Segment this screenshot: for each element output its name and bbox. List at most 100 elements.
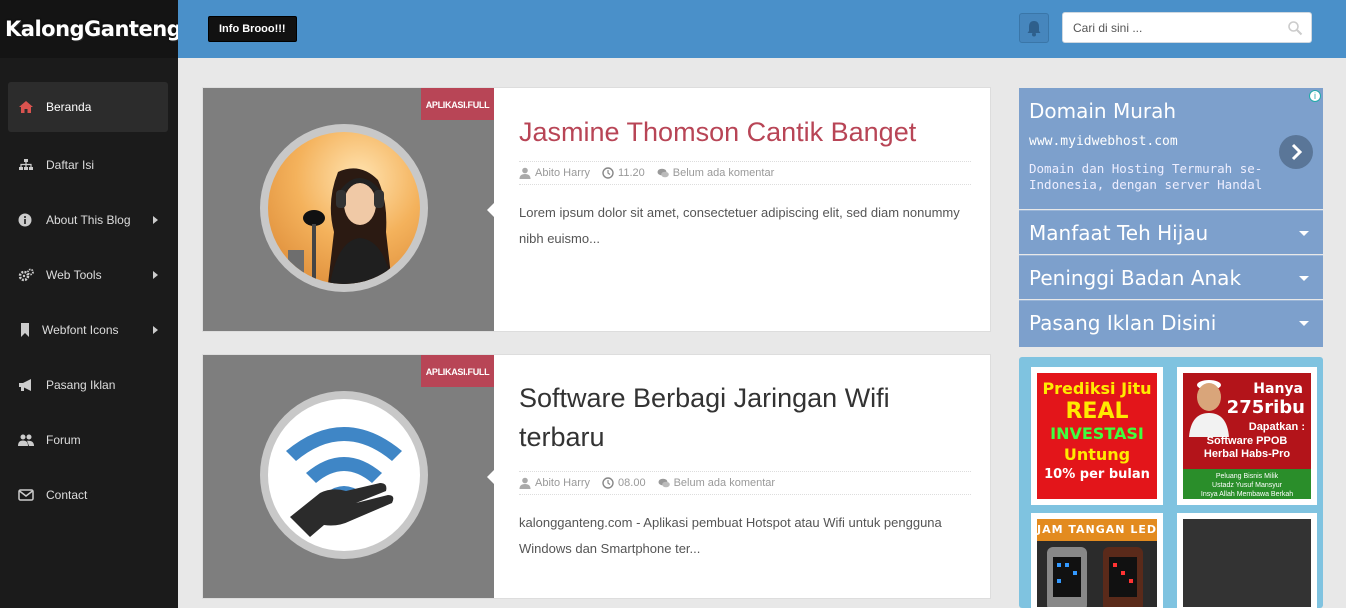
banner-text: INVESTASI (1050, 424, 1144, 443)
accordion-label: Peninggi Badan Anak (1029, 266, 1242, 290)
bell-icon (1027, 21, 1041, 37)
sidebar-item-forum[interactable]: Forum (8, 412, 168, 467)
caret-down-icon (1299, 231, 1309, 236)
post-content: Jasmine Thomson Cantik Banget Abito Harr… (519, 88, 971, 252)
sidebar-item-daftar-isi[interactable]: Daftar Isi (8, 137, 168, 192)
sidebar-item-label: Contact (46, 487, 88, 502)
post-thumbnail[interactable]: APLIKASI.FULL (203, 88, 494, 331)
search-box (1062, 12, 1312, 43)
post-excerpt: Lorem ipsum dolor sit amet, consectetuer… (519, 205, 960, 246)
site-logo[interactable]: KalongGanteng (0, 0, 182, 58)
chevron-right-icon (153, 325, 158, 334)
user-icon (519, 477, 531, 489)
banner-text: Untung (1063, 445, 1131, 464)
ad-description: Domain dan Hosting Termurah se-Indonesia… (1029, 161, 1263, 192)
accordion-item[interactable]: Manfaat Teh Hijau (1019, 210, 1323, 254)
post-meta: Abito Harry 11.20 Belum ada komentar (519, 161, 971, 185)
caret-down-icon (1299, 276, 1309, 281)
sidebar-item-label: Forum (46, 432, 81, 447)
accordion-item[interactable]: Pasang Iklan Disini (1019, 300, 1323, 347)
chevron-right-icon (1291, 143, 1303, 161)
banner-footer: Peluang Bisnis Milik Ustadz Yusuf Mansyur… (1183, 469, 1311, 499)
accordion-label: Pasang Iklan Disini (1029, 311, 1217, 335)
chevron-right-icon (153, 215, 158, 224)
user-icon (519, 167, 531, 179)
category-badge[interactable]: APLIKASI.FULL (421, 88, 494, 120)
sidebar-item-label: Beranda (46, 100, 92, 114)
sidebar: KalongGanteng Beranda Daftar Isi About T… (0, 0, 182, 608)
banner-image (1183, 519, 1311, 607)
post-card: APLIKASI.FULL Software Berbagi Jaringan … (202, 354, 991, 599)
bullhorn-icon (19, 378, 31, 391)
sidebar-item-label: Web Tools (46, 267, 102, 282)
post-image (268, 132, 420, 284)
ad-next-button[interactable] (1279, 135, 1313, 169)
ad-url[interactable]: www.myidwebhost.com (1029, 134, 1178, 149)
accordion-item[interactable]: Peninggi Badan Anak (1019, 255, 1323, 299)
banner-text-line: Software PPOB (1206, 435, 1288, 447)
banner-placeholder[interactable] (1177, 513, 1317, 608)
sitemap-icon (19, 158, 33, 170)
sidebar-item-label: Pasang Iklan (46, 377, 116, 392)
post-title[interactable]: Jasmine Thomson Cantik Banget (519, 113, 971, 152)
logo-text: KalongGanteng (5, 17, 182, 41)
comments-icon (657, 168, 669, 178)
chevron-right-icon (153, 270, 158, 279)
sidebar-item-beranda[interactable]: Beranda (8, 82, 168, 132)
post-meta: Abito Harry 08.00 Belum ada komentar (519, 471, 971, 495)
post-card: APLIKASI.FULL Jasmine Thomson Cantik Ban… (202, 87, 991, 332)
sidebar-item-contact[interactable]: Contact (8, 467, 168, 522)
banner-investasi[interactable]: Prediksi Jitu REAL INVESTASI Untung 10% … (1031, 367, 1163, 505)
sidebar-item-webfont-icons[interactable]: Webfont Icons (8, 302, 168, 357)
clock-icon (602, 167, 614, 179)
post-content: Software Berbagi Jaringan Wifi terbaru A… (519, 355, 971, 562)
info-button[interactable]: Info Brooo!!! (208, 16, 297, 42)
photo-illustration (288, 168, 392, 284)
banner-text: Software PPOB Herbal Habs-Pro (1183, 435, 1311, 461)
info-icon (18, 213, 32, 226)
post-comments[interactable]: Belum ada komentar (674, 477, 776, 489)
banner-text-line: Insya Allah Membawa Berkah (1200, 491, 1294, 498)
sidebar-item-label: Webfont Icons (42, 322, 119, 337)
watch-illustration (1047, 547, 1143, 607)
envelope-icon (18, 488, 34, 501)
post-thumbnail[interactable]: APLIKASI.FULL (203, 355, 494, 598)
sidebar-item-web-tools[interactable]: Web Tools (8, 247, 168, 302)
post-excerpt: kalongganteng.com - Aplikasi pembuat Hot… (519, 515, 942, 556)
ad-info-icon[interactable]: i (1309, 90, 1321, 102)
post-time: 11.20 (618, 167, 645, 179)
ad-widget[interactable]: Domain Murah www.myidwebhost.com Domain … (1019, 88, 1323, 209)
comments-icon (658, 478, 670, 488)
post-comments[interactable]: Belum ada komentar (673, 167, 775, 179)
clock-icon (602, 477, 614, 489)
sidebar-item-label: About This Blog (46, 212, 131, 227)
banner-jam-led[interactable]: JAM TANGAN LED (1031, 513, 1163, 608)
banner-ppob[interactable]: Hanya 275ribu Dapatkan : Software PPOB He… (1177, 367, 1317, 505)
gears-icon (18, 268, 34, 281)
category-badge[interactable]: APLIKASI.FULL (421, 355, 494, 387)
post-author[interactable]: Abito Harry (535, 167, 590, 179)
banner-grid: Prediksi Jitu REAL INVESTASI Untung 10% … (1019, 357, 1323, 608)
sidebar-item-about[interactable]: About This Blog (8, 192, 168, 247)
search-icon[interactable] (1287, 20, 1303, 36)
search-input[interactable] (1063, 13, 1273, 42)
wifi-hand-icon (286, 427, 402, 537)
post-author[interactable]: Abito Harry (535, 477, 590, 489)
post-title[interactable]: Software Berbagi Jaringan Wifi terbaru (519, 379, 971, 457)
notification-button[interactable] (1019, 13, 1049, 43)
banner-text: REAL (1065, 399, 1129, 424)
bookmark-icon (21, 322, 29, 337)
banner-text-line: Herbal Habs-Pro (1203, 448, 1291, 460)
sidebar-item-pasang-iklan[interactable]: Pasang Iklan (8, 357, 168, 412)
banner-text-line: Peluang Bisnis Milik (1215, 473, 1279, 480)
thumbnail-frame (260, 124, 428, 292)
sidebar-nav: Beranda Daftar Isi About This Blog Web T… (8, 82, 168, 522)
banner-text: 10% per bulan (1044, 467, 1150, 482)
top-header: Info Brooo!!! (178, 0, 1346, 58)
banner-text: 275ribu (1226, 397, 1305, 418)
home-icon (19, 101, 33, 113)
caret-down-icon (1299, 321, 1309, 326)
ad-title[interactable]: Domain Murah (1029, 99, 1176, 123)
banner-text: Dapatkan : (1248, 421, 1305, 433)
accordion-label: Manfaat Teh Hijau (1029, 221, 1209, 245)
